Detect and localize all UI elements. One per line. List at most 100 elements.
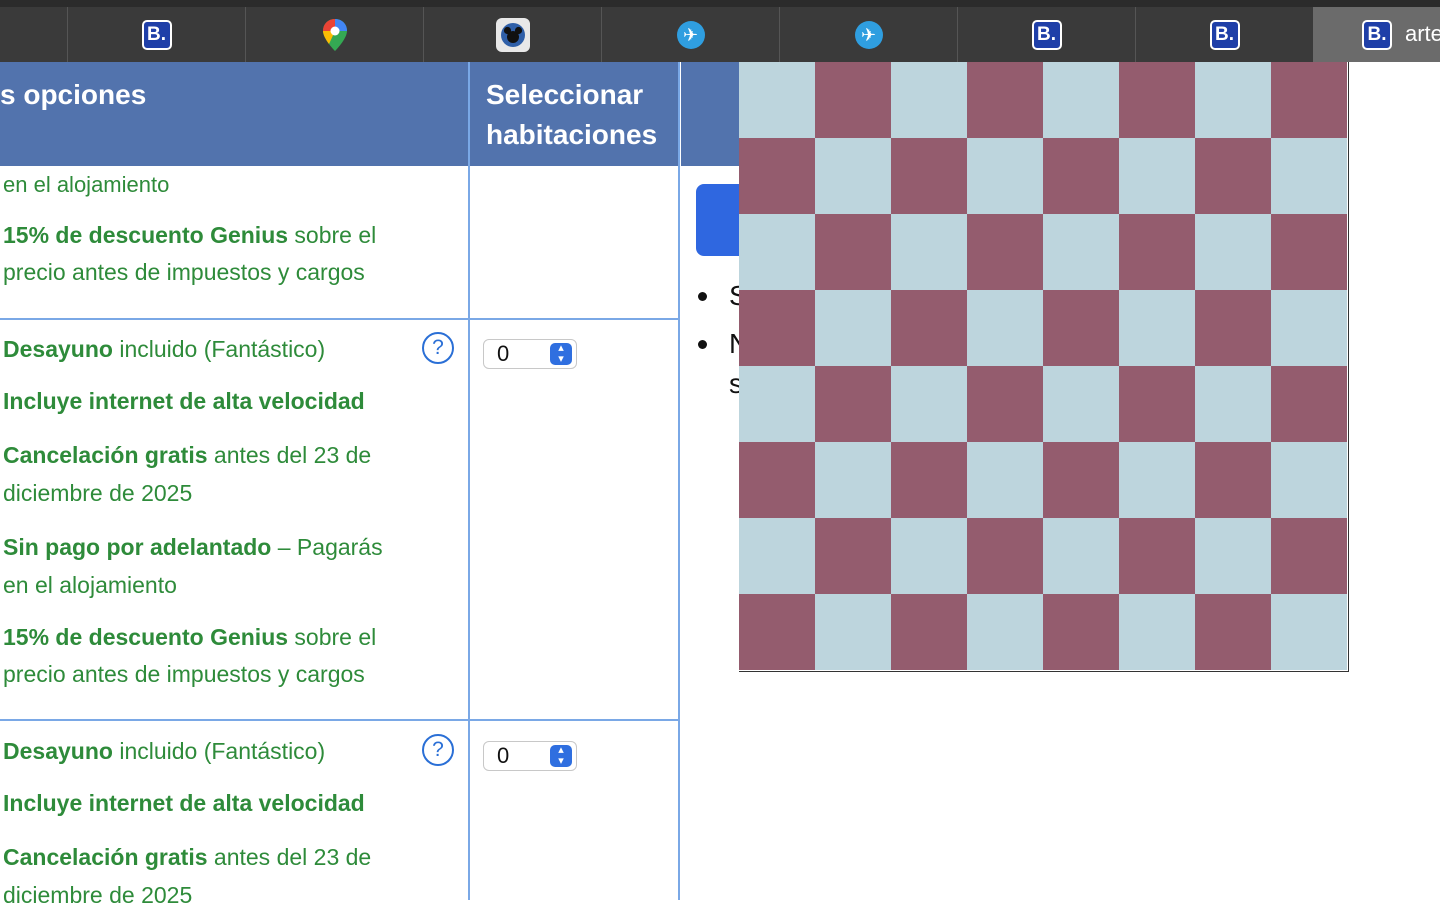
option-cancellation: Cancelación gratis antes del 23 de (3, 839, 371, 876)
tab-booking-3[interactable]: B. (1135, 7, 1313, 62)
row-divider (0, 719, 680, 721)
room-quantity-select[interactable]: 0 ▴ ▾ (483, 741, 577, 771)
checkerboard-square (891, 594, 967, 670)
checkerboard-square (1195, 442, 1271, 518)
select-arrows-icon: ▴ ▾ (550, 343, 572, 365)
checkerboard-square (1271, 366, 1347, 442)
booking-b-icon: B. (141, 19, 172, 50)
checkerboard-square (967, 366, 1043, 442)
breakfast-bold: Desayuno (3, 738, 113, 764)
option-internet: Incluye internet de alta velocidad (3, 388, 365, 414)
option-cancellation-line2: diciembre de 2025 (3, 480, 193, 506)
checkerboard-square (1271, 62, 1347, 138)
tab-blank[interactable] (0, 7, 67, 62)
checkerboard-square (1043, 62, 1119, 138)
tab-booking-2[interactable]: B. (957, 7, 1135, 62)
checkerboard-square (1271, 214, 1347, 290)
checkerboard-square (1119, 442, 1195, 518)
header-options-label: s opciones (0, 79, 147, 110)
room-quantity-select[interactable]: 0 ▴ ▾ (483, 339, 577, 369)
option-prepay-line2: en el alojamiento (3, 172, 170, 197)
google-maps-pin-icon (322, 18, 347, 51)
checkerboard-square (1119, 518, 1195, 594)
breakfast-bold: Desayuno (3, 336, 113, 362)
bullet-dot (698, 340, 707, 349)
header-select-line2: habitaciones (486, 119, 658, 150)
checkerboard-square (815, 138, 891, 214)
bullet-dot (698, 292, 707, 301)
tab-flights-1[interactable]: ✈ (601, 7, 779, 62)
checkerboard-square (815, 366, 891, 442)
checkerboard-square (815, 518, 891, 594)
no-prepayment-bold: Sin pago por adelantado (3, 534, 272, 560)
checkerboard-square (1271, 138, 1347, 214)
airplane-icon: ✈ (676, 20, 705, 49)
breakfast-rest: incluido (Fantástico) (112, 336, 326, 362)
checkerboard-square (739, 442, 815, 518)
header-select-rooms: Seleccionar habitaciones (470, 62, 679, 166)
checkerboard-square (967, 442, 1043, 518)
checkerboard-square (739, 594, 815, 670)
cancellation-rest: antes del 23 de (207, 844, 372, 870)
help-question-icon[interactable]: ? (422, 332, 454, 364)
checkerboard-square (815, 62, 891, 138)
booking-b-icon: B. (1362, 19, 1392, 50)
checkerboard-square (967, 518, 1043, 594)
checkerboard-square (891, 290, 967, 366)
help-question-icon[interactable]: ? (422, 734, 454, 766)
checkerboard-square (1119, 594, 1195, 670)
option-breakfast: Desayuno incluido (Fantástico) (3, 733, 325, 770)
checkerboard-square (815, 290, 891, 366)
option-breakfast: Desayuno incluido (Fantástico) (3, 331, 325, 368)
checkerboard-square (815, 442, 891, 518)
column-divider (678, 62, 680, 900)
option-genius: 15% de descuento Genius sobre el (3, 217, 376, 254)
breakfast-rest: incluido (Fantástico) (112, 738, 326, 764)
checkerboard-square (1043, 442, 1119, 518)
column-divider (468, 62, 470, 900)
tab-disney[interactable] (423, 7, 601, 62)
tab-booking-active[interactable]: B. arte (1313, 7, 1440, 62)
no-prepayment-rest: – Pagarás (271, 534, 383, 560)
disney-mickey-icon (495, 17, 530, 52)
checkerboard-square (1119, 366, 1195, 442)
tab-google-maps[interactable] (245, 7, 423, 62)
checkerboard-square (1119, 138, 1195, 214)
checkerboard-square (739, 62, 815, 138)
option-internet: Incluye internet de alta velocidad (3, 790, 365, 816)
checkerboard-square (1043, 594, 1119, 670)
select-arrows-icon: ▴ ▾ (550, 745, 572, 767)
genius-bold: 15% de descuento Genius (3, 222, 289, 248)
genius-bold: 15% de descuento Genius (3, 624, 289, 650)
airplane-icon: ✈ (854, 20, 883, 49)
checkerboard-square (1195, 290, 1271, 366)
header-extra (681, 62, 741, 166)
checkerboard-square (739, 290, 815, 366)
option-cancellation: Cancelación gratis antes del 23 de (3, 437, 371, 474)
option-genius: 15% de descuento Genius sobre el (3, 619, 376, 656)
checkerboard-square (1043, 518, 1119, 594)
tab-flights-2[interactable]: ✈ (779, 7, 957, 62)
checkerboard-square (967, 594, 1043, 670)
checkerboard-square (891, 518, 967, 594)
checkerboard-square (891, 366, 967, 442)
option-genius-line2: precio antes de impuestos y cargos (3, 661, 365, 687)
tab-booking-1[interactable]: B. (67, 7, 245, 62)
checkerboard-square (891, 442, 967, 518)
checkerboard-square (1271, 594, 1347, 670)
genius-rest: sobre el (288, 624, 377, 650)
checkerboard-square (739, 138, 815, 214)
checkerboard-square (1119, 62, 1195, 138)
option-no-prepayment-line2: en el alojamiento (3, 572, 177, 598)
booking-b-icon: B. (1209, 19, 1240, 50)
checkerboard-square (967, 138, 1043, 214)
checkerboard-square (1195, 518, 1271, 594)
browser-tab-bar: B. ✈ ✈ B. B. B. arte (0, 0, 1440, 62)
checkerboard-square (815, 214, 891, 290)
tab-bar-top-strip (0, 0, 1440, 7)
active-tab-title: arte (1405, 21, 1440, 46)
checkerboard-square (1043, 290, 1119, 366)
cancellation-bold: Cancelación gratis (3, 442, 208, 468)
option-genius-line2: precio antes de impuestos y cargos (3, 259, 365, 285)
checkerboard-square (1195, 138, 1271, 214)
